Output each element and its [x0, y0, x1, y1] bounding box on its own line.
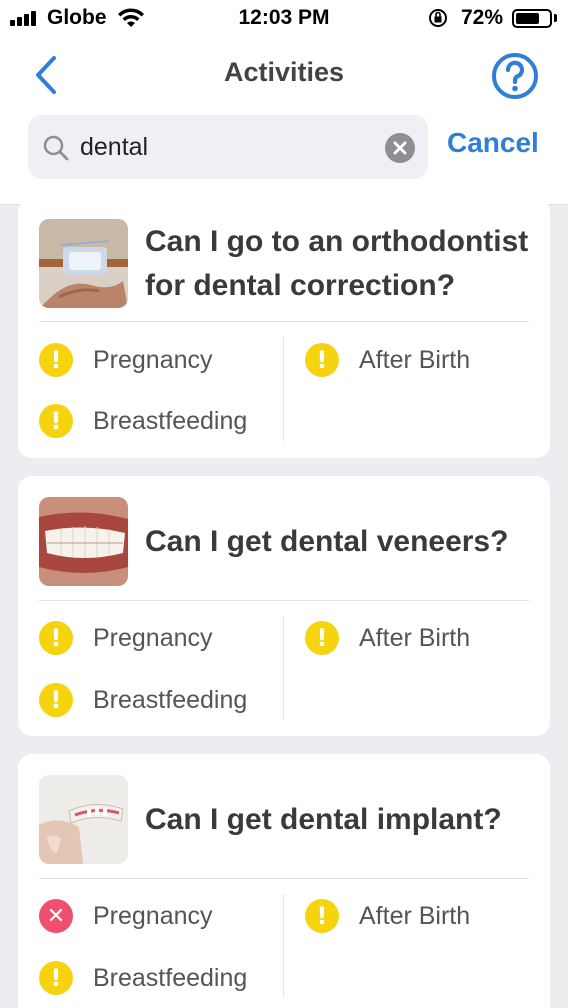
exclamation-icon: !	[39, 343, 73, 377]
exclamation-icon: !	[39, 404, 73, 438]
status-label: Breastfeeding	[93, 685, 248, 714]
divider	[39, 878, 529, 879]
divider	[283, 894, 284, 998]
clear-search-button[interactable]	[385, 133, 415, 163]
status-breastfeeding: ! Breastfeeding	[39, 958, 247, 998]
implant-image	[39, 775, 128, 864]
activity-card[interactable]: Can I go to an orthodontist for dental c…	[18, 198, 550, 458]
orthodontist-image	[39, 219, 128, 308]
battery-percentage: 72%	[461, 6, 504, 29]
exclamation-icon: !	[39, 621, 73, 655]
search-icon	[43, 135, 69, 161]
divider	[39, 321, 529, 322]
status-after-birth: ! After Birth	[305, 340, 470, 380]
status-label: After Birth	[359, 345, 471, 374]
search-input[interactable]	[80, 127, 370, 167]
battery-nub	[554, 14, 557, 22]
divider	[39, 600, 529, 601]
battery-icon	[512, 9, 552, 28]
cancel-button[interactable]: Cancel	[447, 127, 539, 159]
activity-title[interactable]: Can I get dental veneers?	[145, 520, 545, 564]
status-pregnancy: ! Pregnancy	[39, 618, 213, 658]
veneers-image	[39, 497, 128, 586]
status-breastfeeding: ! Breastfeeding	[39, 401, 247, 441]
status-after-birth: ! After Birth	[305, 896, 470, 936]
exclamation-icon: !	[305, 343, 339, 377]
status-breastfeeding: ! Breastfeeding	[39, 680, 247, 720]
rotation-lock-icon	[429, 9, 447, 27]
activity-title[interactable]: Can I get dental implant?	[145, 798, 545, 842]
search-bar[interactable]	[28, 115, 428, 179]
close-icon	[393, 141, 407, 155]
status-label: Pregnancy	[93, 623, 213, 652]
status-bar: Globe 12:03 PM 72%	[0, 0, 568, 38]
status-label: Pregnancy	[93, 345, 213, 374]
status-label: After Birth	[359, 901, 471, 930]
activity-card[interactable]: Can I get dental implant? ✕ Pregnancy ! …	[18, 754, 550, 1008]
divider	[283, 337, 284, 441]
exclamation-icon: !	[305, 621, 339, 655]
status-label: Breastfeeding	[93, 963, 248, 992]
activity-card[interactable]: Can I get dental veneers? ! Pregnancy ! …	[18, 476, 550, 736]
divider	[283, 616, 284, 720]
question-circle-icon[interactable]	[490, 51, 540, 101]
status-after-birth: ! After Birth	[305, 618, 470, 658]
exclamation-icon: !	[305, 899, 339, 933]
header-area: Globe 12:03 PM 72% Activities dental Can…	[0, 0, 568, 205]
status-label: After Birth	[359, 623, 471, 652]
status-label: Pregnancy	[93, 901, 213, 930]
status-pregnancy: ✕ Pregnancy	[39, 896, 213, 936]
activity-title[interactable]: Can I go to an orthodontist for dental c…	[145, 220, 545, 308]
status-pregnancy: ! Pregnancy	[39, 340, 213, 380]
exclamation-icon: !	[39, 961, 73, 995]
x-circle-icon: ✕	[39, 899, 73, 933]
battery-level	[516, 13, 540, 24]
status-label: Breastfeeding	[93, 406, 248, 435]
exclamation-icon: !	[39, 683, 73, 717]
page-title: Activities	[223, 57, 345, 87]
